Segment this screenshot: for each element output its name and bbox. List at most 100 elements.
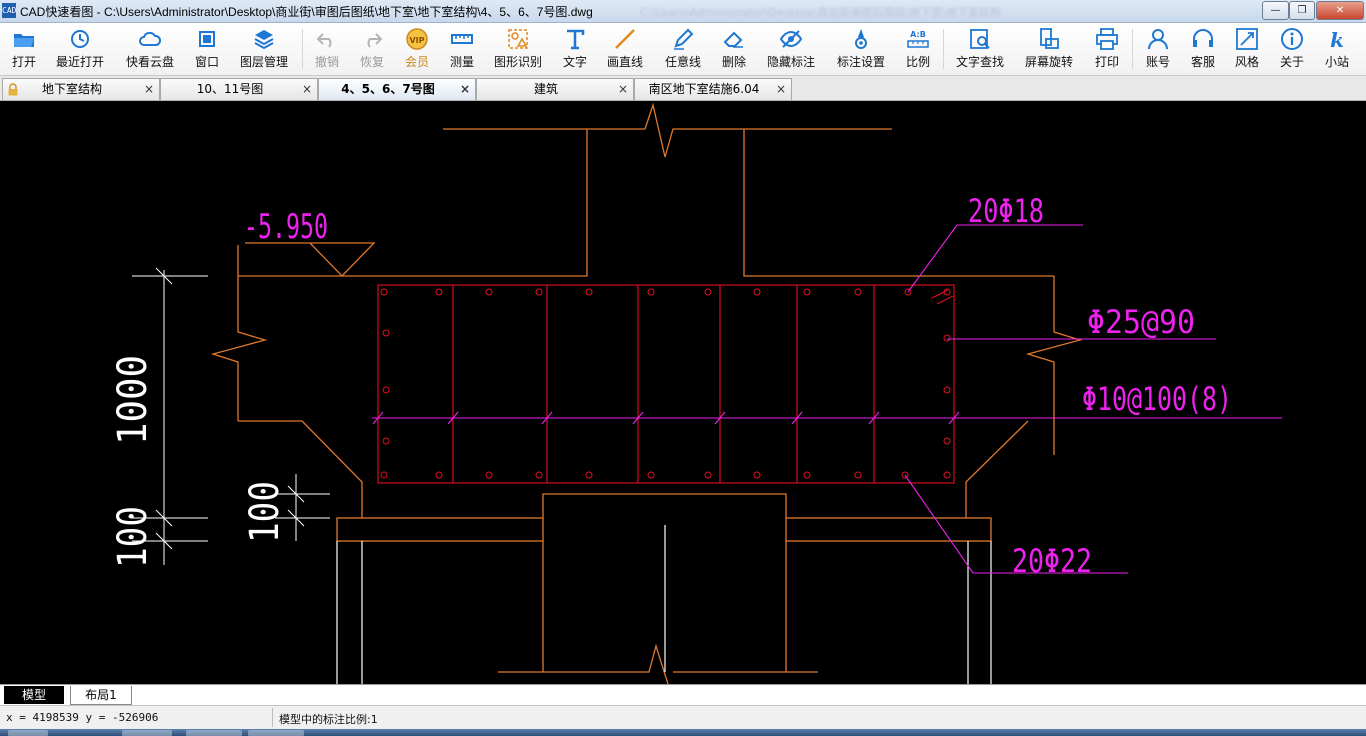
recent-open-button[interactable]: 最近打开 xyxy=(52,26,108,72)
text-search-button[interactable]: 文字查找 xyxy=(952,26,1008,72)
taskbar-start-orb[interactable] xyxy=(8,730,48,736)
style-button[interactable]: 风格 xyxy=(1228,26,1266,72)
vip-icon: VIP xyxy=(406,28,428,50)
layers-icon xyxy=(254,30,274,50)
cad-drawing: -5.950 20Φ18 Φ25@90 Φ10@100(8) 20Φ22 100… xyxy=(110,102,1282,684)
customer-service-button[interactable]: 客服 xyxy=(1184,26,1222,72)
rotate-screen-label: 屏幕旋转 xyxy=(1024,55,1073,69)
vip-button[interactable]: VIP 会员 xyxy=(398,26,436,72)
tab-label: 建筑 xyxy=(533,82,558,96)
tab-drawing-10-11[interactable]: 10、11号图 × xyxy=(160,78,318,100)
layer-management-button[interactable]: 图层管理 xyxy=(236,26,292,72)
tab-close-icon[interactable]: × xyxy=(776,79,786,100)
eraser-icon xyxy=(723,31,743,48)
elevation-text: -5.950 xyxy=(244,207,328,247)
open-button[interactable]: 打开 xyxy=(2,26,46,72)
tab-label: 地下室结构 xyxy=(41,82,102,96)
title-bar: CAD CAD快速看图 - C:\Users\Administrator\Des… xyxy=(0,0,1366,23)
cloud-icon xyxy=(139,31,162,46)
dim-100-right-text: 100 xyxy=(242,481,288,543)
info-icon xyxy=(1281,28,1303,50)
draw-line-label: 画直线 xyxy=(606,55,643,69)
text-button[interactable]: 文字 xyxy=(556,26,594,72)
tab-drawing-4-5-6-7[interactable]: 4、5、6、7号图 × xyxy=(318,78,476,100)
tab-architecture[interactable]: 建筑 × xyxy=(476,78,634,100)
hide-annotation-button[interactable]: 隐藏标注 xyxy=(763,26,819,72)
scale-label: 比例 xyxy=(905,55,930,69)
rebar-top-text: 20Φ18 xyxy=(968,192,1044,230)
close-button[interactable]: ✕ xyxy=(1316,1,1364,20)
redo-button[interactable]: 恢复 xyxy=(353,26,391,72)
layout-tab-bar: 模型 布局1 xyxy=(0,684,1366,705)
annotation-settings-button[interactable]: 标注设置 xyxy=(833,26,889,72)
pen-icon xyxy=(674,28,694,50)
headset-icon xyxy=(1193,29,1213,47)
rotate-screen-icon xyxy=(1040,28,1059,49)
rebar-bottom-text: 20Φ22 xyxy=(1012,542,1092,580)
measure-button[interactable]: 测量 xyxy=(443,26,481,72)
tab-close-icon[interactable]: × xyxy=(144,79,154,100)
freehand-line-label: 任意线 xyxy=(664,55,701,69)
tab-close-icon[interactable]: × xyxy=(302,79,312,100)
window-label: 窗口 xyxy=(194,55,219,69)
tab-layout-1[interactable]: 布局1 xyxy=(70,686,132,705)
station-label: 小站 xyxy=(1324,55,1349,69)
annotation-scale-message: 模型中的标注比例:1 xyxy=(279,713,378,726)
rotate-screen-button[interactable]: 屏幕旋转 xyxy=(1021,26,1077,72)
tab-label: 10、11号图 xyxy=(196,82,264,96)
stirrup-text: Φ10@100(8) xyxy=(1082,380,1232,418)
hide-eye-icon xyxy=(779,30,803,48)
annotation-settings-icon xyxy=(855,29,867,49)
tab-basement-structure[interactable]: 地下室结构 × xyxy=(2,78,160,100)
window-title: CAD快速看图 - C:\Users\Administrator\Desktop… xyxy=(20,5,593,19)
hide-annotation-label: 隐藏标注 xyxy=(766,55,815,69)
tab-south-basement[interactable]: 南区地下室结施6.04 × xyxy=(634,78,792,100)
shape-recognition-icon xyxy=(508,29,528,49)
taskbar-item[interactable] xyxy=(248,730,304,736)
drawing-canvas[interactable]: -5.950 20Φ18 Φ25@90 Φ10@100(8) 20Φ22 100… xyxy=(0,101,1366,684)
freehand-line-button[interactable]: 任意线 xyxy=(661,26,705,72)
undo-label: 撤销 xyxy=(314,55,339,69)
taskbar-item[interactable] xyxy=(122,730,172,736)
about-label: 关于 xyxy=(1279,55,1304,69)
text-label: 文字 xyxy=(562,55,587,69)
undo-button[interactable]: 撤销 xyxy=(308,26,346,72)
minimize-button[interactable]: — xyxy=(1262,1,1289,20)
tab-close-icon[interactable]: × xyxy=(460,79,470,100)
maximize-button[interactable]: ❐ xyxy=(1289,1,1315,20)
account-label: 账号 xyxy=(1145,55,1170,69)
title-blurred-overlay: C:\Users\Administrator\Desktop\商业街审图后图纸\… xyxy=(640,6,1001,19)
account-button[interactable]: 账号 xyxy=(1139,26,1177,72)
printer-icon xyxy=(1096,28,1118,50)
toolbar-separator xyxy=(1132,29,1133,69)
scale-button[interactable]: A:B 比例 xyxy=(899,26,937,72)
toolbar-separator xyxy=(943,29,944,69)
open-label: 打开 xyxy=(11,55,36,69)
drawing-texts: -5.950 20Φ18 Φ25@90 Φ10@100(8) 20Φ22 100… xyxy=(110,192,1232,580)
recent-open-label: 最近打开 xyxy=(55,55,104,69)
station-button[interactable]: k 小站 xyxy=(1318,26,1356,72)
shape-recognition-label: 图形识别 xyxy=(493,55,542,69)
vip-label: 会员 xyxy=(404,55,429,69)
window-button[interactable]: 窗口 xyxy=(188,26,226,72)
redo-icon xyxy=(367,33,383,48)
tab-model[interactable]: 模型 xyxy=(4,686,64,704)
delete-label: 删除 xyxy=(721,55,746,69)
delete-button[interactable]: 删除 xyxy=(715,26,753,72)
svg-text:VIP: VIP xyxy=(409,36,424,45)
dim-height-text: 1000 xyxy=(110,355,156,445)
svg-text:k: k xyxy=(1330,28,1344,52)
about-button[interactable]: 关于 xyxy=(1273,26,1311,72)
rebar-side-text: Φ25@90 xyxy=(1087,303,1195,341)
document-tab-bar: 地下室结构 × 10、11号图 × 4、5、6、7号图 × 建筑 × 南区地下室… xyxy=(0,76,1366,101)
rebar-cage xyxy=(377,284,955,484)
taskbar-item[interactable] xyxy=(186,730,242,736)
tab-close-icon[interactable]: × xyxy=(618,79,628,100)
print-button[interactable]: 打印 xyxy=(1088,26,1126,72)
draw-line-button[interactable]: 画直线 xyxy=(603,26,647,72)
shape-recognition-button[interactable]: 图形识别 xyxy=(490,26,546,72)
cloud-disk-button[interactable]: 快看云盘 xyxy=(122,26,178,72)
os-taskbar xyxy=(0,729,1366,736)
folder-icon xyxy=(14,34,34,47)
customer-service-label: 客服 xyxy=(1190,55,1215,69)
